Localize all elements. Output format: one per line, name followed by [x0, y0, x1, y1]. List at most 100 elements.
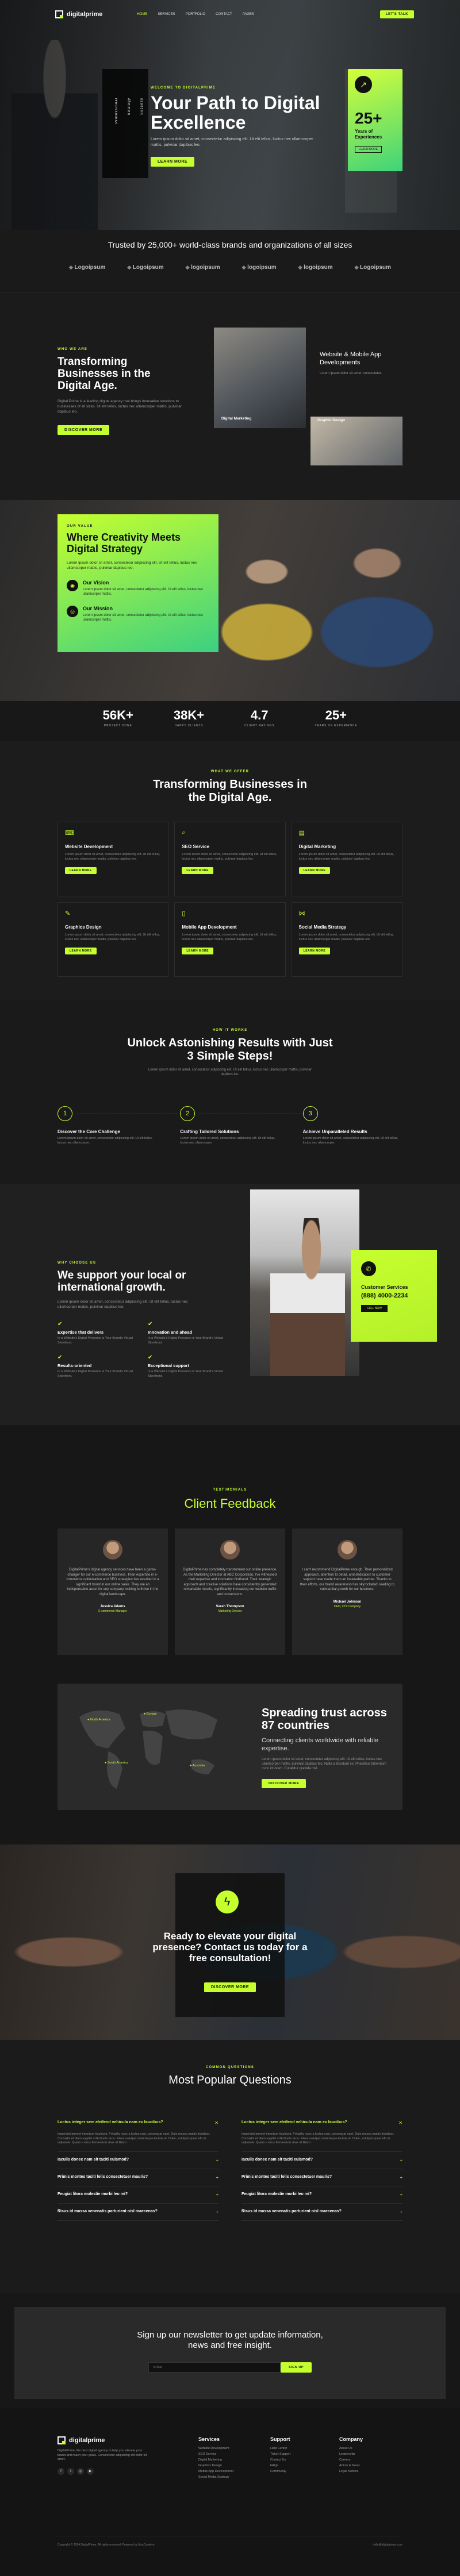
about-description: Digital Prime is a leading digital agenc… — [57, 399, 182, 414]
services-title: Transforming Businesses in the Digital A… — [153, 778, 307, 804]
footer-link[interactable]: Legal Notices — [339, 2469, 363, 2474]
service-learn-more-button[interactable]: LEARN MORE — [65, 948, 97, 954]
values-section: OUR VALUE Where Creativity Meets Digital… — [0, 500, 460, 701]
footer-link[interactable]: Community — [270, 2469, 290, 2474]
footer-link[interactable]: Careers — [339, 2457, 363, 2463]
logo[interactable]: digitalprime — [55, 10, 102, 18]
footer-link[interactable]: Article & News — [339, 2463, 363, 2469]
expand-icon[interactable]: + — [400, 2209, 402, 2215]
cta-discover-button[interactable]: DISCOVER MORE — [204, 1982, 256, 1992]
experience-learn-more-button[interactable]: LEARN MORE — [355, 146, 382, 153]
nav-item-home[interactable]: HOME — [137, 13, 147, 16]
faq-item[interactable]: Primis montes taciti felis consectetuer … — [241, 2169, 402, 2186]
testimonials-title: Client Feedback — [184, 1496, 276, 1511]
map-pin[interactable]: Australia — [190, 1764, 205, 1768]
faq-item[interactable]: Feugiat litora molestie morbi leo mi? + — [57, 2186, 218, 2204]
map-pin[interactable]: Europe — [144, 1712, 157, 1716]
footer-link[interactable]: About Us — [339, 2446, 363, 2451]
collapse-icon[interactable]: ✕ — [214, 2120, 218, 2126]
expand-icon[interactable]: + — [400, 2175, 402, 2180]
footer-link[interactable]: Help Center — [270, 2446, 290, 2451]
footer-link[interactable]: Mobile App Development — [198, 2469, 233, 2474]
footer-link[interactable]: Digital Marketing — [198, 2457, 233, 2463]
faq-item[interactable]: Risus id massa venenatis parturient nisl… — [57, 2204, 218, 2221]
facebook-icon[interactable]: f — [57, 2467, 64, 2475]
newsletter-title: Sign up our newsletter to get update inf… — [137, 2330, 323, 2350]
about-section: WHO WE ARE Transforming Businesses in th… — [0, 293, 460, 500]
faq-item[interactable]: Iaculis donec nam sit taciti euismod? + — [241, 2152, 402, 2169]
faq-item[interactable]: Iaculis donec nam sit taciti euismod? + — [57, 2152, 218, 2169]
hero-side-label: Success — [140, 98, 144, 115]
service-learn-more-button[interactable]: LEARN MORE — [182, 867, 213, 874]
chart-icon: ▤ — [298, 830, 305, 837]
faq-eyebrow: COMMON QUESTIONS — [205, 2066, 255, 2069]
service-learn-more-button[interactable]: LEARN MORE — [182, 948, 213, 954]
mission-item: ◎ Our Mission Lorem ipsum dolor sit amet… — [67, 606, 209, 622]
global-discover-button[interactable]: DISCOVER MORE — [262, 1779, 306, 1788]
feature-item: ✔ Results-oriented In a Website's Digital … — [57, 1354, 140, 1379]
testimonial-card: DigitalPrime has completely transformed … — [175, 1528, 285, 1655]
footer-link[interactable]: Social Media Strategy — [198, 2474, 233, 2480]
steps-eyebrow: HOW IT WORKS — [212, 1029, 248, 1032]
email-field[interactable] — [148, 2362, 281, 2373]
stat-item: 38K+ HAPPY CLIENTS — [173, 708, 205, 727]
faq-item[interactable]: Risus id massa venenatis parturient nisl… — [241, 2204, 402, 2221]
hero-learn-more-button[interactable]: LEARN MORE — [151, 157, 195, 167]
faq-item[interactable]: Feugiat litora molestie morbi leo mi? + — [241, 2186, 402, 2204]
hero-title: Your Path to Digital Excellence — [151, 93, 320, 133]
expand-icon[interactable]: + — [400, 2192, 402, 2197]
service-learn-more-button[interactable]: LEARN MORE — [65, 867, 97, 874]
faq-section: COMMON QUESTIONS Most Popular Questions … — [0, 2040, 460, 2293]
footer-link[interactable]: Website Development — [198, 2446, 233, 2451]
expand-icon[interactable]: + — [400, 2158, 402, 2163]
faq-title: Most Popular Questions — [168, 2074, 292, 2086]
global-section: North America Europe South America Austr… — [0, 1678, 460, 1845]
arrow-up-right-icon[interactable]: ↗ — [355, 76, 372, 93]
expand-icon[interactable]: + — [216, 2192, 218, 2197]
service-learn-more-button[interactable]: LEARN MORE — [298, 948, 331, 954]
stat-item: 56K+ PROJECT DONE — [102, 708, 133, 727]
stat-item: 25+ YEARS OF EXPERIENCE — [315, 708, 358, 727]
footer-link[interactable]: Leadership — [339, 2451, 363, 2457]
faq-item[interactable]: Primis montes taciti felis consectetuer … — [57, 2169, 218, 2186]
nav-item-services[interactable]: SERVICES — [158, 13, 175, 16]
experience-value: 25+ — [355, 109, 382, 127]
footer-email[interactable]: hello@digitalprime.com — [373, 2543, 402, 2547]
faq-item[interactable]: Luctus integer sem eleifend vehicula nam… — [57, 2115, 218, 2152]
lets-talk-button[interactable]: LET'S TALK — [380, 10, 414, 18]
map-pin[interactable]: North America — [87, 1718, 110, 1722]
nav-item-pages[interactable]: PAGES — [243, 13, 254, 16]
nav-item-contact[interactable]: CONTACT — [216, 13, 232, 16]
expand-icon[interactable]: + — [216, 2175, 218, 2180]
client-logo: Logoipsum — [355, 264, 391, 271]
service-learn-more-button[interactable]: LEARN MORE — [298, 867, 331, 874]
footer-link[interactable]: Graphics Design — [198, 2463, 233, 2469]
footer-link[interactable]: SEO Service — [198, 2451, 233, 2457]
footer-link[interactable]: Ticket Support — [270, 2451, 290, 2457]
map-pin[interactable]: South America — [105, 1761, 128, 1765]
footer-link[interactable]: FAQs — [270, 2463, 290, 2469]
world-map — [79, 1709, 217, 1789]
copyright: Copyright © 2024 DigitalPrime, All right… — [57, 2543, 155, 2547]
app-dev-title: Website & Mobile App Developments — [320, 351, 382, 366]
discover-more-button[interactable]: DISCOVER MORE — [57, 425, 110, 435]
footer-logo[interactable]: digitalprime — [57, 2436, 150, 2444]
values-title: Where Creativity Meets Digital Strategy — [67, 532, 181, 555]
collapse-icon[interactable]: ✕ — [398, 2120, 402, 2126]
faq-item[interactable]: Luctus integer sem eleifend vehicula nam… — [241, 2115, 402, 2152]
step-item: 2 Crafting Tailored Solutions Lorem ipsum … — [180, 1106, 304, 1145]
expand-icon[interactable]: + — [216, 2209, 218, 2215]
twitter-icon[interactable]: t — [67, 2467, 74, 2475]
expand-icon[interactable]: + — [216, 2158, 218, 2163]
call-now-button[interactable]: CALL NOW — [361, 1305, 388, 1312]
sign-up-button[interactable]: SIGN UP — [280, 2362, 312, 2373]
youtube-icon[interactable]: ▶ — [87, 2467, 94, 2475]
instagram-icon[interactable]: ◎ — [77, 2467, 84, 2475]
testimonials-eyebrow: TESTIMONIALS — [213, 1488, 247, 1492]
footer-services: Services Website Development SEO Service… — [198, 2436, 234, 2480]
footer-link[interactable]: Contact Us — [270, 2457, 290, 2463]
customer-service-phone[interactable]: (888) 4000-2234 — [361, 1292, 427, 1299]
nav-item-portfolio[interactable]: PORTFOLIO — [186, 13, 206, 16]
pen-icon: ✎ — [65, 910, 71, 917]
image-label: Digital Marketing — [221, 417, 252, 421]
